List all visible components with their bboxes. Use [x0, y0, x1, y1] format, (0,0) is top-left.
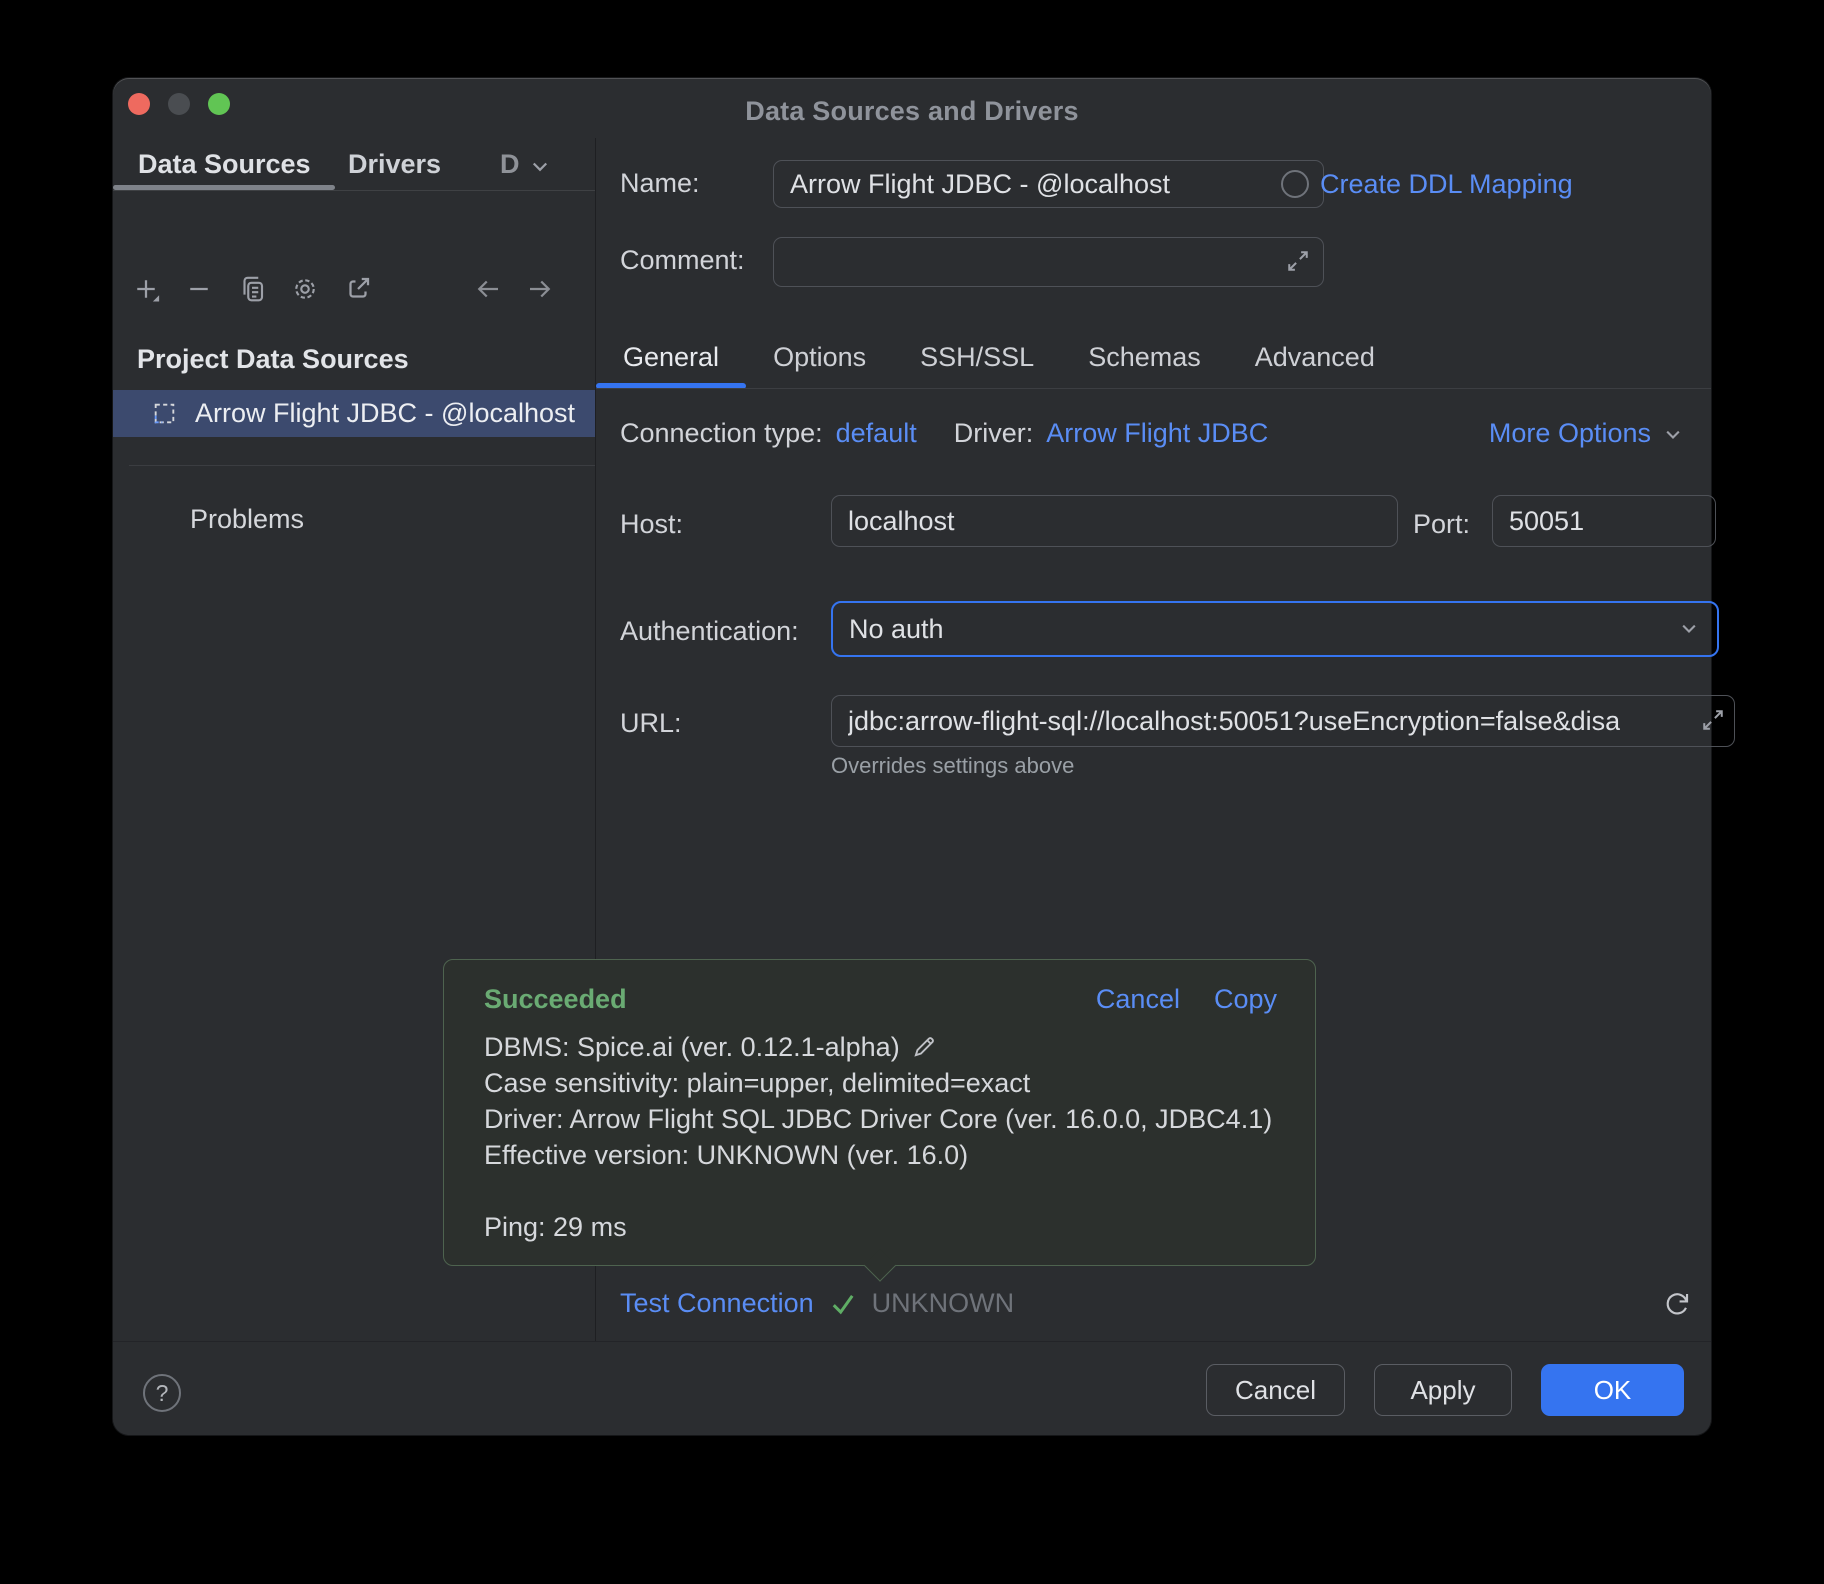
sidebar-item-problems[interactable]: Problems	[190, 504, 304, 535]
data-source-icon	[151, 400, 178, 427]
name-input[interactable]: Arrow Flight JDBC - @localhost	[773, 160, 1324, 208]
host-input[interactable]: localhost	[831, 495, 1398, 547]
chevron-down-icon	[1675, 614, 1703, 642]
url-note: Overrides settings above	[831, 753, 1074, 779]
name-value: Arrow Flight JDBC - @localhost	[790, 169, 1170, 200]
tabbar-divider	[596, 388, 1711, 389]
test-connection-row: Test Connection UNKNOWN	[620, 1288, 1014, 1319]
tab-options[interactable]: Options	[746, 335, 893, 389]
driver-label: Driver:	[954, 418, 1034, 449]
section-title: Project Data Sources	[137, 344, 409, 375]
connection-type-row: Connection type: default Driver: Arrow F…	[620, 418, 1268, 449]
color-circle-icon[interactable]	[1281, 170, 1309, 198]
popup-cancel-link[interactable]: Cancel	[1096, 984, 1180, 1015]
url-label: URL:	[620, 708, 682, 739]
history-nav	[473, 274, 555, 304]
back-arrow-icon[interactable]	[473, 274, 503, 304]
name-label: Name:	[620, 168, 700, 199]
authentication-value: No auth	[849, 614, 944, 645]
popup-line-version: Effective version: UNKNOWN (ver. 16.0)	[484, 1137, 1277, 1173]
data-source-label: Arrow Flight JDBC - @localhost	[195, 398, 575, 429]
forward-arrow-icon[interactable]	[525, 274, 555, 304]
more-options[interactable]: More Options	[1489, 418, 1687, 449]
undo-icon[interactable]	[1661, 1286, 1695, 1320]
chevron-down-icon	[1659, 420, 1687, 448]
popup-line-ping: Ping: 29 ms	[484, 1209, 1277, 1245]
pencil-icon[interactable]	[910, 1033, 938, 1061]
popup-line-driver: Driver: Arrow Flight SQL JDBC Driver Cor…	[484, 1101, 1277, 1137]
popup-body: DBMS: Spice.ai (ver. 0.12.1-alpha) Case …	[484, 1029, 1277, 1245]
authentication-select[interactable]: No auth	[831, 601, 1719, 657]
port-value: 50051	[1509, 506, 1584, 537]
popup-line-dbms: DBMS: Spice.ai (ver. 0.12.1-alpha)	[484, 1029, 1277, 1065]
dbms-text: DBMS: Spice.ai (ver. 0.12.1-alpha)	[484, 1029, 900, 1065]
titlebar: Data Sources and Drivers	[113, 78, 1711, 138]
help-icon[interactable]: ?	[143, 1374, 181, 1412]
popup-line-blank	[484, 1173, 1277, 1209]
tab-ssh-ssl[interactable]: SSH/SSL	[893, 335, 1061, 389]
popup-copy-link[interactable]: Copy	[1214, 984, 1277, 1015]
authentication-label: Authentication:	[620, 616, 799, 647]
tab-label: Schemas	[1088, 342, 1201, 372]
gear-icon[interactable]	[290, 274, 320, 304]
cancel-button[interactable]: Cancel	[1206, 1364, 1345, 1416]
connection-type-label: Connection type:	[620, 418, 823, 449]
comment-input[interactable]	[773, 237, 1324, 287]
selected-tab-underline	[113, 185, 335, 190]
expand-icon[interactable]	[1698, 705, 1728, 735]
port-input[interactable]: 50051	[1492, 495, 1716, 547]
test-connection-link[interactable]: Test Connection	[620, 1288, 814, 1319]
driver-value-link[interactable]: Arrow Flight JDBC	[1046, 418, 1268, 449]
connection-status: UNKNOWN	[872, 1288, 1015, 1319]
check-icon	[828, 1289, 858, 1319]
sidebar-tab-bar: Data Sources Drivers D	[113, 138, 595, 191]
sidebar-toolbar	[131, 274, 373, 304]
duplicate-icon[interactable]	[237, 274, 267, 304]
tab-data-sources[interactable]: Data Sources	[138, 138, 311, 190]
tab-drivers[interactable]: Drivers	[348, 138, 441, 190]
help-glyph: ?	[156, 1380, 169, 1407]
port-label: Port:	[1413, 509, 1470, 540]
settings-tab-bar: General Options SSH/SSL Schemas Advanced	[596, 335, 1402, 389]
tab-label: Options	[773, 342, 866, 372]
sidebar-divider	[129, 465, 595, 466]
tab-label: SSH/SSL	[920, 342, 1034, 372]
test-connection-popup: Succeeded Cancel Copy DBMS: Spice.ai (ve…	[443, 959, 1316, 1266]
tab-overflow-truncated[interactable]: D	[500, 138, 520, 190]
url-value: jdbc:arrow-flight-sql://localhost:50051?…	[848, 706, 1620, 737]
status-succeeded: Succeeded	[484, 984, 627, 1015]
chevron-down-icon[interactable]	[525, 151, 555, 181]
dialog-footer: ? Cancel Apply OK	[113, 1341, 1711, 1436]
more-options-link[interactable]: More Options	[1489, 418, 1651, 449]
popup-line-case: Case sensitivity: plain=upper, delimited…	[484, 1065, 1277, 1101]
connection-type-value-link[interactable]: default	[836, 418, 917, 449]
tab-schemas[interactable]: Schemas	[1061, 335, 1228, 389]
host-label: Host:	[620, 509, 683, 540]
data-sources-dialog: Data Sources and Drivers Data Sources Dr…	[113, 78, 1711, 1435]
ok-button[interactable]: OK	[1541, 1364, 1684, 1416]
expand-icon[interactable]	[1283, 246, 1313, 276]
tab-general[interactable]: General	[596, 335, 746, 389]
popup-header: Succeeded Cancel Copy	[484, 984, 1277, 1015]
window-title: Data Sources and Drivers	[113, 78, 1711, 138]
host-value: localhost	[848, 506, 955, 537]
export-icon[interactable]	[343, 274, 373, 304]
popup-actions: Cancel Copy	[1096, 984, 1277, 1015]
add-icon[interactable]	[131, 274, 161, 304]
comment-label: Comment:	[620, 245, 745, 276]
remove-icon[interactable]	[184, 274, 214, 304]
url-input[interactable]: jdbc:arrow-flight-sql://localhost:50051?…	[831, 695, 1735, 747]
list-item-data-source[interactable]: Arrow Flight JDBC - @localhost	[113, 390, 595, 437]
tab-label: General	[623, 342, 719, 372]
tab-label: Advanced	[1255, 342, 1375, 372]
apply-button[interactable]: Apply	[1374, 1364, 1512, 1416]
footer-buttons: Cancel Apply OK	[1206, 1364, 1684, 1416]
tab-advanced[interactable]: Advanced	[1228, 335, 1402, 389]
create-ddl-mapping-link[interactable]: Create DDL Mapping	[1320, 169, 1573, 200]
